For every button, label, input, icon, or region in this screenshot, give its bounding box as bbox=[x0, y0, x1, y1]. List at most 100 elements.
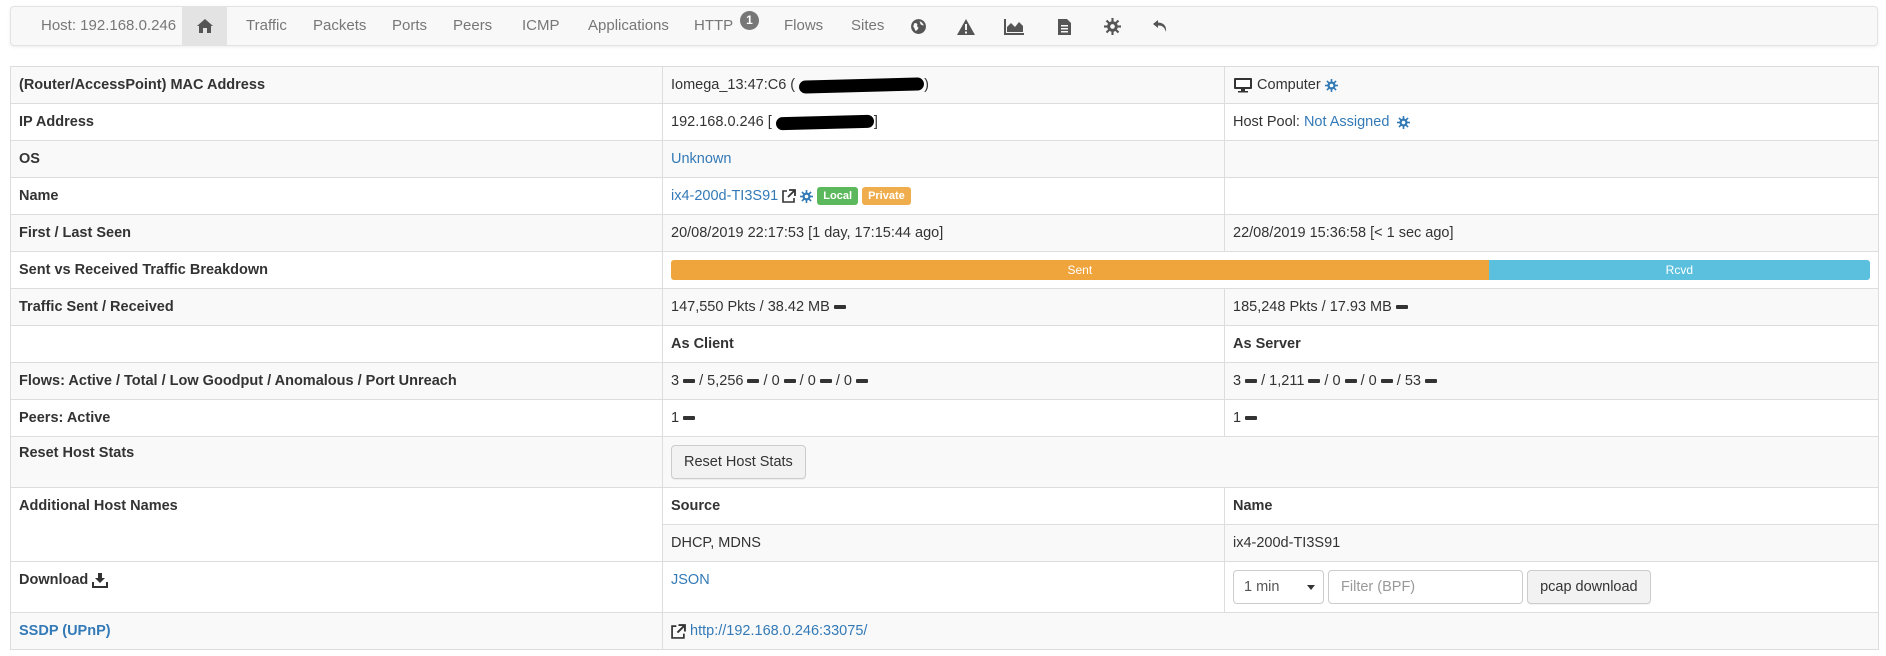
trend-steady-icon bbox=[783, 379, 796, 384]
flows-server-cell: 3 / 1,211 / 0 / 0 / 53 bbox=[1224, 362, 1879, 400]
private-badge: Private bbox=[862, 187, 911, 205]
redacted-ip bbox=[775, 114, 874, 130]
desktop-icon bbox=[1234, 78, 1252, 93]
flows-client-active: 3 bbox=[671, 373, 680, 389]
pcap-interval-select[interactable]: 1 min bbox=[1233, 570, 1324, 604]
table-row-roles: As Client As Server bbox=[10, 325, 1879, 363]
trend-steady-icon bbox=[1380, 379, 1393, 384]
table-row-traffic: Traffic Sent / Received 147,550 Pkts / 3… bbox=[10, 288, 1879, 326]
nav-tab-peers[interactable]: Peers bbox=[453, 7, 492, 45]
pcap-download-button[interactable]: pcap download bbox=[1527, 570, 1651, 604]
host-details-table: (Router/AccessPoint) MAC Address Iomega_… bbox=[10, 66, 1879, 650]
home-icon bbox=[197, 19, 213, 33]
trend-steady-icon bbox=[833, 305, 846, 310]
reset-label: Reset Host Stats bbox=[10, 436, 663, 488]
nav-tab-traffic[interactable]: Traffic bbox=[246, 7, 287, 45]
area-chart-icon[interactable] bbox=[1004, 18, 1025, 35]
traffic-received: 185,248 Pkts / 17.93 MB bbox=[1233, 299, 1392, 315]
warning-icon[interactable] bbox=[956, 18, 976, 36]
mac-label: (Router/AccessPoint) MAC Address bbox=[10, 66, 663, 104]
local-badge: Local bbox=[817, 187, 859, 205]
device-settings-gear-icon[interactable] bbox=[1324, 78, 1338, 92]
download-icon bbox=[92, 573, 109, 589]
table-row-seen: First / Last Seen 20/08/2019 22:17:53 [1… bbox=[10, 214, 1879, 252]
flows-server-total: 1,211 bbox=[1269, 373, 1305, 389]
json-download-link[interactable]: JSON bbox=[671, 572, 710, 588]
bpf-filter-input[interactable]: Filter (BPF) bbox=[1328, 570, 1524, 604]
nav-tab-applications[interactable]: Applications bbox=[588, 7, 669, 45]
traffic-breakdown-bar: Sent Rcvd bbox=[671, 260, 1870, 280]
host-navbar: Host: 192.168.0.246 Traffic Packets Port… bbox=[10, 6, 1878, 46]
external-link-icon bbox=[671, 623, 686, 639]
table-row-os: OS Unknown bbox=[10, 140, 1879, 178]
host-pool-cell: Host Pool: Not Assigned bbox=[1224, 103, 1879, 141]
additional-name: ix4-200d-TI3S91 bbox=[1224, 524, 1879, 562]
trend-steady-icon bbox=[683, 416, 696, 421]
external-link-icon[interactable] bbox=[782, 189, 797, 203]
table-row-flows: Flows: Active / Total / Low Goodput / An… bbox=[10, 362, 1879, 400]
ssdp-label-cell: SSDP (UPnP) bbox=[10, 612, 663, 650]
download-label: Download bbox=[19, 572, 89, 588]
peers-server: 1 bbox=[1233, 410, 1242, 426]
mac-paren: ) bbox=[924, 77, 930, 93]
name-settings-gear-icon[interactable] bbox=[800, 189, 814, 203]
host-name-link[interactable]: ix4-200d-TI3S91 bbox=[671, 188, 778, 204]
table-row-reset: Reset Host Stats Reset Host Stats bbox=[10, 436, 1879, 488]
nav-tab-sites[interactable]: Sites bbox=[851, 7, 884, 45]
trend-steady-icon bbox=[1424, 379, 1437, 384]
host-pool-link[interactable]: Not Assigned bbox=[1304, 114, 1389, 130]
nav-tab-packets[interactable]: Packets bbox=[313, 7, 366, 45]
breakdown-cell: Sent Rcvd bbox=[662, 251, 1879, 289]
trend-steady-icon bbox=[1395, 305, 1408, 310]
ip-value-cell: 192.168.0.246 [ ] bbox=[662, 103, 1225, 141]
trend-steady-icon bbox=[1245, 416, 1258, 421]
reset-host-stats-button[interactable]: Reset Host Stats bbox=[671, 445, 806, 479]
trend-steady-icon bbox=[747, 379, 760, 384]
pcap-download-cell: 1 min Filter (BPF) pcap download bbox=[1224, 561, 1879, 613]
first-seen: 20/08/2019 22:17:53 [1 day, 17:15:44 ago… bbox=[662, 214, 1225, 252]
additional-source: DHCP, MDNS bbox=[662, 524, 1225, 562]
ssdp-url-link[interactable]: http://192.168.0.246:33075/ bbox=[690, 623, 867, 639]
nav-tab-flows[interactable]: Flows bbox=[784, 7, 823, 45]
table-row-name: Name ix4-200d-TI3S91 Local Private bbox=[10, 177, 1879, 215]
traffic-sent-cell: 147,550 Pkts / 38.42 MB bbox=[662, 288, 1225, 326]
breakdown-label: Sent vs Received Traffic Breakdown bbox=[10, 251, 663, 289]
sent-bar: Sent bbox=[671, 260, 1489, 280]
gear-icon[interactable] bbox=[1104, 18, 1121, 35]
mac-value-cell: Iomega_13:47:C6 ( ) bbox=[662, 66, 1225, 104]
as-client-header: As Client bbox=[662, 325, 1225, 363]
http-alert-badge: 1 bbox=[740, 11, 759, 30]
nav-tab-http[interactable]: HTTP bbox=[694, 7, 733, 45]
table-row-download: Download JSON 1 min Filter (BPF) pcap do… bbox=[10, 561, 1879, 613]
ip-bracket: ] bbox=[873, 114, 878, 130]
download-label-cell: Download bbox=[10, 561, 663, 613]
trend-steady-icon bbox=[683, 379, 696, 384]
flows-label: Flows: Active / Total / Low Goodput / An… bbox=[10, 362, 663, 400]
trend-steady-icon bbox=[855, 379, 868, 384]
table-row-ssdp: SSDP (UPnP) http://192.168.0.246:33075/ bbox=[10, 612, 1879, 650]
nav-tab-ports[interactable]: Ports bbox=[392, 7, 427, 45]
traffic-label: Traffic Sent / Received bbox=[10, 288, 663, 326]
pcap-interval-value: 1 min bbox=[1244, 579, 1280, 595]
redacted-mac bbox=[799, 77, 925, 94]
flows-server-active: 3 bbox=[1233, 373, 1242, 389]
table-row-additional-header: Additional Host Names Source Name bbox=[10, 487, 1879, 562]
host-pool-gear-icon[interactable] bbox=[1397, 115, 1411, 129]
file-icon[interactable] bbox=[1057, 18, 1072, 36]
nav-host-label: Host: 192.168.0.246 bbox=[41, 17, 177, 34]
device-type-cell: Computer bbox=[1224, 66, 1879, 104]
os-empty-cell bbox=[1224, 140, 1879, 178]
ssdp-link[interactable]: SSDP (UPnP) bbox=[19, 623, 111, 639]
globe-icon[interactable] bbox=[910, 18, 927, 35]
nav-tab-icmp[interactable]: ICMP bbox=[522, 7, 560, 45]
flows-server-low-goodput: 0 bbox=[1332, 373, 1341, 389]
trend-steady-icon bbox=[1344, 379, 1357, 384]
undo-icon[interactable] bbox=[1152, 18, 1169, 34]
os-link[interactable]: Unknown bbox=[671, 151, 731, 167]
trend-steady-icon bbox=[1308, 379, 1321, 384]
additional-source-header: Source bbox=[662, 487, 1225, 525]
nav-home-tab[interactable] bbox=[182, 7, 227, 45]
reset-cell: Reset Host Stats bbox=[662, 436, 1879, 488]
trend-steady-icon bbox=[1245, 379, 1258, 384]
download-json-cell: JSON bbox=[662, 561, 1225, 613]
